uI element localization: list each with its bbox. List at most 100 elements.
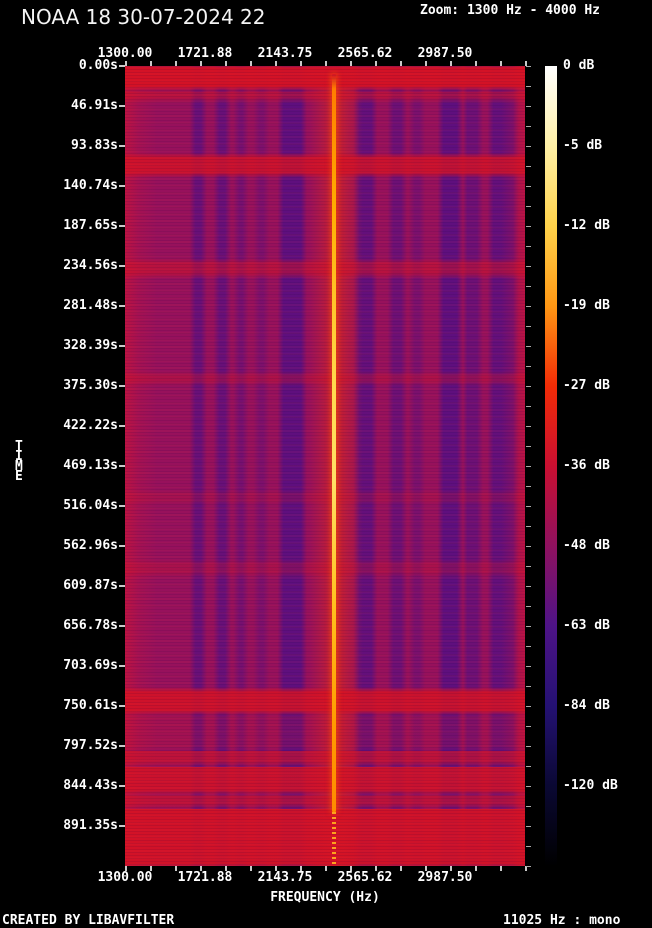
time-tick-label: 750.61s <box>63 698 118 713</box>
time-tick-right <box>526 746 531 747</box>
carrier-line <box>332 74 336 812</box>
db-tick-label: -5 dB <box>563 138 603 153</box>
time-tick-label: 422.22s <box>63 418 118 433</box>
carrier-line-speckle <box>332 812 336 866</box>
freq-tick-label-bottom: 2143.75 <box>257 870 313 885</box>
time-tick-right <box>526 646 531 647</box>
time-tick-right <box>526 146 531 147</box>
freq-tick-bottom <box>250 866 252 871</box>
time-tick-left <box>119 265 125 267</box>
time-tick-label: 328.39s <box>63 338 118 353</box>
time-tick-right <box>526 866 531 867</box>
time-tick-left <box>119 145 125 147</box>
page-title: NOAA 18 30-07-2024 22 <box>21 5 266 29</box>
time-tick-right <box>526 846 531 847</box>
db-tick-label: -120 dB <box>563 778 618 793</box>
freq-tick-label-bottom: 1300.00 <box>97 870 153 885</box>
freq-tick-top <box>200 61 202 66</box>
time-tick-label: 609.87s <box>63 578 118 593</box>
db-tick-label: -63 dB <box>563 618 610 633</box>
freq-tick-top <box>325 61 327 66</box>
time-tick-label: 234.56s <box>63 258 118 273</box>
db-tick-label: -19 dB <box>563 298 610 313</box>
freq-tick-top <box>275 61 277 66</box>
time-tick-left <box>119 505 125 507</box>
time-tick-right <box>526 546 531 547</box>
db-tick-label: -84 dB <box>563 698 610 713</box>
time-tick-left <box>119 225 125 227</box>
time-tick-right <box>526 66 531 67</box>
freq-tick-label-top: 1721.88 <box>177 46 233 61</box>
time-tick-label: 187.65s <box>63 218 118 233</box>
time-tick-right <box>526 806 531 807</box>
freq-tick-top <box>300 61 302 66</box>
time-tick-left <box>119 105 125 107</box>
time-tick-right <box>526 226 531 227</box>
time-tick-left <box>119 625 125 627</box>
time-tick-right <box>526 466 531 467</box>
time-tick-label: 281.48s <box>63 298 118 313</box>
time-tick-right <box>526 606 531 607</box>
time-tick-label: 93.83s <box>71 138 118 153</box>
time-tick-left <box>119 545 125 547</box>
time-tick-right <box>526 426 531 427</box>
sample-rate-label: 11025 Hz : mono <box>503 913 621 928</box>
time-tick-left <box>119 345 125 347</box>
time-tick-left <box>119 305 125 307</box>
time-tick-right <box>526 566 531 567</box>
time-tick-right <box>526 206 531 207</box>
zoom-range-label: Zoom: 1300 Hz - 4000 Hz <box>420 3 601 18</box>
freq-tick-top <box>225 61 227 66</box>
freq-tick-label-top: 2143.75 <box>257 46 313 61</box>
freq-tick-top <box>500 61 502 66</box>
time-tick-right <box>526 446 531 447</box>
time-tick-left <box>119 385 125 387</box>
time-tick-right <box>526 406 531 407</box>
time-tick-right <box>526 86 531 87</box>
time-tick-right <box>526 726 531 727</box>
freq-tick-top <box>175 61 177 66</box>
time-tick-right <box>526 106 531 107</box>
time-tick-left <box>119 825 125 827</box>
time-tick-right <box>526 346 531 347</box>
db-tick-label: -27 dB <box>563 378 610 393</box>
time-tick-label: 562.96s <box>63 538 118 553</box>
intensity-colorbar <box>545 66 557 866</box>
time-tick-right <box>526 266 531 267</box>
x-axis-title: FREQUENCY (Hz) <box>270 890 380 905</box>
time-tick-label: 656.78s <box>63 618 118 633</box>
time-tick-right <box>526 166 531 167</box>
time-tick-right <box>526 246 531 247</box>
time-tick-right <box>526 486 531 487</box>
db-tick-label: 0 dB <box>563 58 595 73</box>
time-tick-label: 0.00s <box>78 58 118 73</box>
freq-tick-top <box>150 61 152 66</box>
freq-tick-top <box>425 61 427 66</box>
scanline-texture-red <box>125 66 525 866</box>
freq-tick-top <box>400 61 402 66</box>
db-tick-label: -12 dB <box>563 218 610 233</box>
time-tick-left <box>119 465 125 467</box>
time-tick-left <box>119 585 125 587</box>
freq-tick-bottom <box>400 866 402 871</box>
time-tick-right <box>526 666 531 667</box>
time-tick-left <box>119 785 125 787</box>
time-tick-right <box>526 826 531 827</box>
spectrogram-screenshot: NOAA 18 30-07-2024 22 Zoom: 1300 Hz - 40… <box>0 0 652 928</box>
time-tick-label: 891.35s <box>63 818 118 833</box>
time-tick-right <box>526 126 531 127</box>
freq-tick-label-top: 2987.50 <box>417 46 473 61</box>
freq-tick-label-bottom: 2987.50 <box>417 870 473 885</box>
time-tick-right <box>526 786 531 787</box>
freq-tick-bottom <box>325 866 327 871</box>
freq-tick-top <box>125 61 127 66</box>
time-tick-left <box>119 665 125 667</box>
time-tick-left <box>119 185 125 187</box>
time-tick-right <box>526 706 531 707</box>
created-by-label: CREATED BY LIBAVFILTER <box>2 913 175 928</box>
time-tick-right <box>526 506 531 507</box>
time-tick-right <box>526 586 531 587</box>
time-tick-left <box>119 745 125 747</box>
time-tick-right <box>526 766 531 767</box>
freq-tick-top <box>475 61 477 66</box>
